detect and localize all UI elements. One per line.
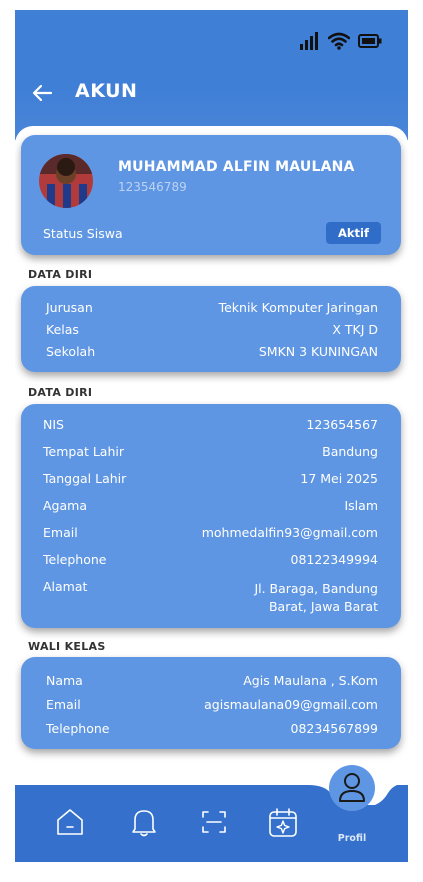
row-key: Email xyxy=(43,525,78,540)
row-key: Agama xyxy=(43,498,87,513)
status-label: Status Siswa xyxy=(43,226,123,241)
row-key: NIS xyxy=(43,417,64,432)
page-title: AKUN xyxy=(75,80,138,102)
bell-icon[interactable] xyxy=(127,805,161,839)
row-value: Islam xyxy=(344,498,378,513)
back-arrow-icon[interactable] xyxy=(31,81,55,105)
row-key: Email xyxy=(46,697,81,712)
section-label-wali-kelas: WALI KELAS xyxy=(28,640,106,653)
section-label-data-diri-2: DATA DIRI xyxy=(28,386,93,399)
signal-icon xyxy=(300,32,318,50)
row-value: 08122349994 xyxy=(290,552,378,567)
row-value: mohmedalfin93@gmail.com xyxy=(201,525,378,540)
data-diri-card-2: NIS 123654567 Tempat Lahir Bandung Tangg… xyxy=(21,404,401,628)
nav-label-profil[interactable]: Profil xyxy=(328,833,376,844)
row-value: Jl. Baraga, Bandung xyxy=(254,581,378,596)
calendar-icon[interactable] xyxy=(266,805,300,839)
phone-screen: AKUN MUHAMMAD ALFIN MAULANA 123546789 St… xyxy=(15,10,408,862)
row-value: Teknik Komputer Jaringan xyxy=(218,300,378,315)
row-key: Jurusan xyxy=(46,300,93,315)
row-key: Telephone xyxy=(46,721,110,736)
row-value: agismaulana09@gmail.com xyxy=(204,697,378,712)
row-key: Tanggal Lahir xyxy=(43,471,127,486)
app-header: AKUN xyxy=(15,10,408,140)
row-value: 123654567 xyxy=(306,417,378,432)
row-value: X TKJ D xyxy=(332,322,378,337)
avatar xyxy=(39,154,93,208)
profile-id: 123546789 xyxy=(118,180,187,194)
profile-icon xyxy=(339,773,365,802)
status-badge[interactable]: Aktif xyxy=(326,222,381,244)
section-label-data-diri-1: DATA DIRI xyxy=(28,268,93,281)
row-value: 08234567899 xyxy=(290,721,378,736)
row-value: Bandung xyxy=(322,444,378,459)
row-value: 17 Mei 2025 xyxy=(300,471,378,486)
row-value: Agis Maulana , S.Kom xyxy=(243,673,378,688)
wali-kelas-card: Nama Agis Maulana , S.Kom Email agismaul… xyxy=(21,657,401,749)
row-key: Telephone xyxy=(43,552,107,567)
wifi-icon xyxy=(328,32,350,50)
profile-name: MUHAMMAD ALFIN MAULANA xyxy=(118,159,355,175)
row-value: SMKN 3 KUNINGAN xyxy=(258,344,378,359)
row-key: Sekolah xyxy=(46,344,96,359)
row-key: Kelas xyxy=(46,322,79,337)
profile-nav-button[interactable] xyxy=(329,765,375,811)
row-key: Nama xyxy=(46,673,83,688)
row-key: Tempat Lahir xyxy=(43,444,125,459)
profile-card: MUHAMMAD ALFIN MAULANA 123546789 Status … xyxy=(21,135,401,255)
status-bar-icons xyxy=(300,32,382,50)
data-diri-card-1: Jurusan Teknik Komputer Jaringan Kelas X… xyxy=(21,286,401,372)
battery-icon xyxy=(358,34,382,48)
content-area: MUHAMMAD ALFIN MAULANA 123546789 Status … xyxy=(15,126,408,826)
scan-icon[interactable] xyxy=(197,805,231,839)
home-icon[interactable] xyxy=(53,805,87,839)
row-key: Alamat xyxy=(43,579,88,594)
row-value-line2: Barat, Jawa Barat xyxy=(268,599,378,614)
